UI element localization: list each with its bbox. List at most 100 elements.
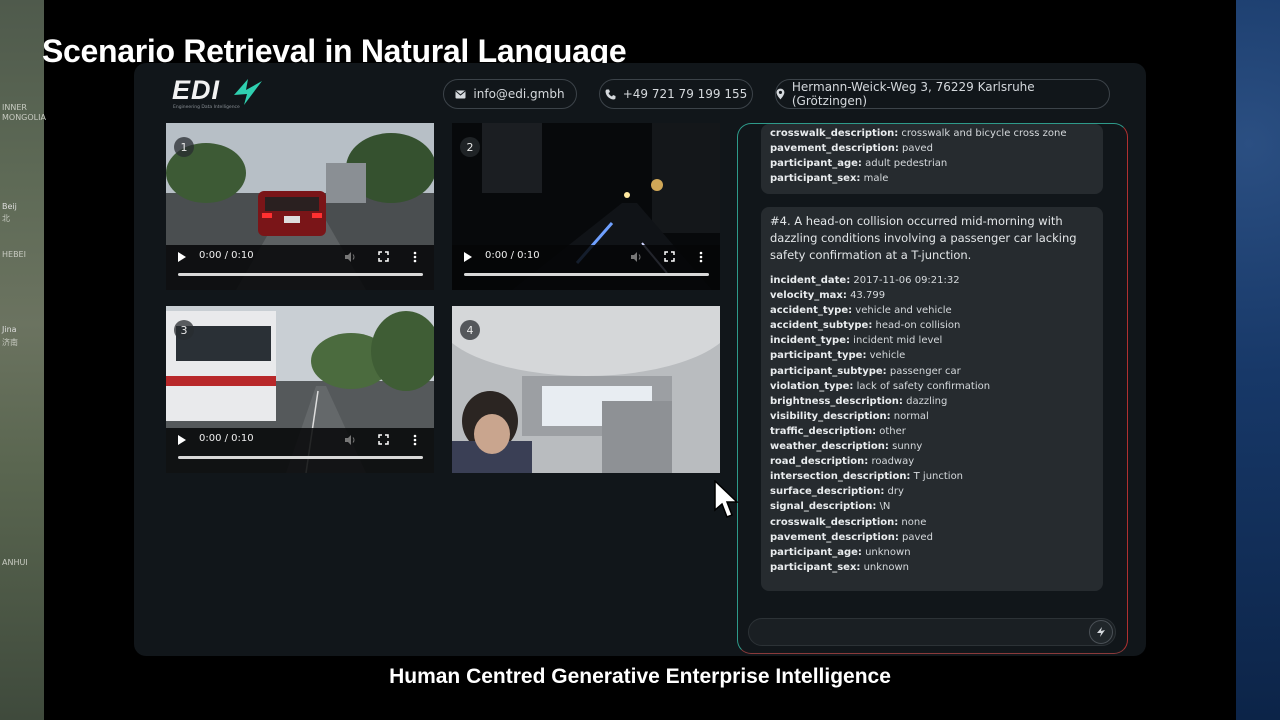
result-field-value: vehicle [869,350,906,362]
phone-text: +49 721 79 199 155 [622,87,748,101]
play-icon[interactable] [178,435,186,445]
map-label: MONGOLIA [2,113,46,122]
play-icon[interactable] [464,252,472,262]
video-time: 0:00 / 0:10 [199,250,254,261]
video-time: 0:00 / 0:10 [199,433,254,444]
logo-tagline: Engineering Data Intelligence [173,105,240,110]
video-progress-bar[interactable] [178,273,423,276]
fullscreen-icon[interactable] [664,251,675,262]
result-field-key: participant_subtype: [770,365,887,377]
more-vertical-icon[interactable] [413,434,417,446]
background-map-right [1236,0,1280,720]
phone-link[interactable]: +49 721 79 199 155 [599,79,753,109]
result-field-value: unknown [863,561,910,573]
email-link[interactable]: info@edi.gmbh [443,79,577,109]
result-field-key: crosswalk_description: [770,516,899,528]
map-label: 济南 [2,338,18,347]
map-label: HEBEI [2,250,26,259]
result-field-row: participant_type: vehicle [770,348,1094,363]
map-label: 北 [2,214,10,223]
chat-input[interactable] [748,618,1116,646]
video-subtitle: Human Centred Generative Enterprise Inte… [389,665,891,688]
video-player-1[interactable]: 1 0:00 / 0:10 [166,123,434,290]
volume-icon[interactable] [630,251,642,263]
video-player-2[interactable]: 2 0:00 / 0:10 [452,123,720,290]
result-field-list: incident_date: 2017-11-06 09:21:32 veloci… [770,273,1094,575]
volume-icon[interactable] [344,434,356,446]
result-field-key: pavement_description: [770,531,899,543]
mouse-pointer-icon [714,480,739,518]
result-field-value: T junction [913,471,964,483]
result-field-row: participant_age: adult pedestrian [770,156,1094,171]
address-link[interactable]: Hermann-Weick-Weg 3, 76229 Karlsruhe (Gr… [775,79,1110,109]
video-number-badge: 4 [460,320,480,340]
result-field-value: roadway [871,456,915,468]
result-field-key: road_description: [770,456,869,468]
result-card-4: #4. A head-on collision occurred mid-mor… [761,207,1103,591]
result-field-value: adult pedestrian [865,158,948,170]
result-field-row: visibility_description: normal [770,409,1094,424]
video-number-badge: 3 [174,320,194,340]
result-field-value: male [863,173,889,185]
result-field-key: velocity_max: [770,290,847,302]
result-field-row: incident_date: 2017-11-06 09:21:32 [770,273,1094,288]
volume-icon[interactable] [344,251,356,263]
location-pin-icon [776,88,785,100]
video-time: 0:00 / 0:10 [485,250,540,261]
video-progress-bar[interactable] [178,456,423,459]
phone-icon [605,89,616,99]
results-chat-panel: crosswalk_description: crosswalk and bic… [737,123,1128,654]
result-field-value: vehicle and vehicle [855,305,952,317]
logo-text: EDI [172,75,221,105]
result-field-row: participant_age: unknown [770,545,1094,560]
result-field-row: crosswalk_description: crosswalk and bic… [770,126,1094,141]
play-icon[interactable] [178,252,186,262]
result-field-key: participant_sex: [770,173,861,185]
result-field-value: dry [887,486,904,498]
video-number-badge: 2 [460,137,480,157]
result-field-row: pavement_description: paved [770,141,1094,156]
video-controls: 0:00 / 0:10 [452,245,720,290]
video-player-4[interactable]: 4 [452,306,720,473]
result-field-row: crosswalk_description: none [770,515,1094,530]
result-field-value: sunny [892,441,923,453]
video-frame [452,306,720,473]
result-heading: #4. A head-on collision occurred mid-mor… [770,214,1077,262]
more-vertical-icon[interactable] [699,251,703,263]
send-button[interactable] [1089,620,1113,644]
lightning-logo-icon [234,79,262,105]
result-field-value: crosswalk and bicycle cross zone [901,128,1067,139]
map-label: Beij [2,202,17,211]
result-field-value: paved [902,531,933,543]
result-field-key: participant_type: [770,350,867,362]
email-text: info@edi.gmbh [473,87,565,101]
address-text: Hermann-Weick-Weg 3, 76229 Karlsruhe (Gr… [791,80,1035,108]
result-field-row: violation_type: lack of safety confirmat… [770,379,1094,394]
map-label: ANHUI [2,558,28,567]
result-field-key: surface_description: [770,486,885,498]
result-field-value: incident mid level [853,335,943,347]
result-field-key: signal_description: [770,501,877,513]
result-field-row: signal_description: \N [770,499,1094,514]
result-field-key: participant_age: [770,546,862,558]
result-card-previous: crosswalk_description: crosswalk and bic… [761,124,1103,194]
result-field-key: visibility_description: [770,410,891,422]
result-field-row: weather_description: sunny [770,439,1094,454]
result-field-value: passenger car [889,365,961,377]
video-progress-bar[interactable] [464,273,709,276]
result-field-value: head-on collision [875,320,961,332]
video-player-3[interactable]: 3 0:00 / 0:10 [166,306,434,473]
video-controls: 0:00 / 0:10 [166,428,434,473]
result-field-value: normal [893,410,929,422]
result-field-value: lack of safety confirmation [856,380,991,392]
more-vertical-icon[interactable] [413,251,417,263]
result-field-key: crosswalk_description: [770,128,899,139]
fullscreen-icon[interactable] [378,434,389,445]
fullscreen-icon[interactable] [378,251,389,262]
result-field-value: unknown [865,546,911,558]
result-field-row: participant_subtype: passenger car [770,364,1094,379]
result-field-row: incident_type: incident mid level [770,333,1094,348]
result-field-row: velocity_max: 43.799 [770,288,1094,303]
result-field-row: accident_subtype: head-on collision [770,318,1094,333]
result-field-row: pavement_description: paved [770,530,1094,545]
